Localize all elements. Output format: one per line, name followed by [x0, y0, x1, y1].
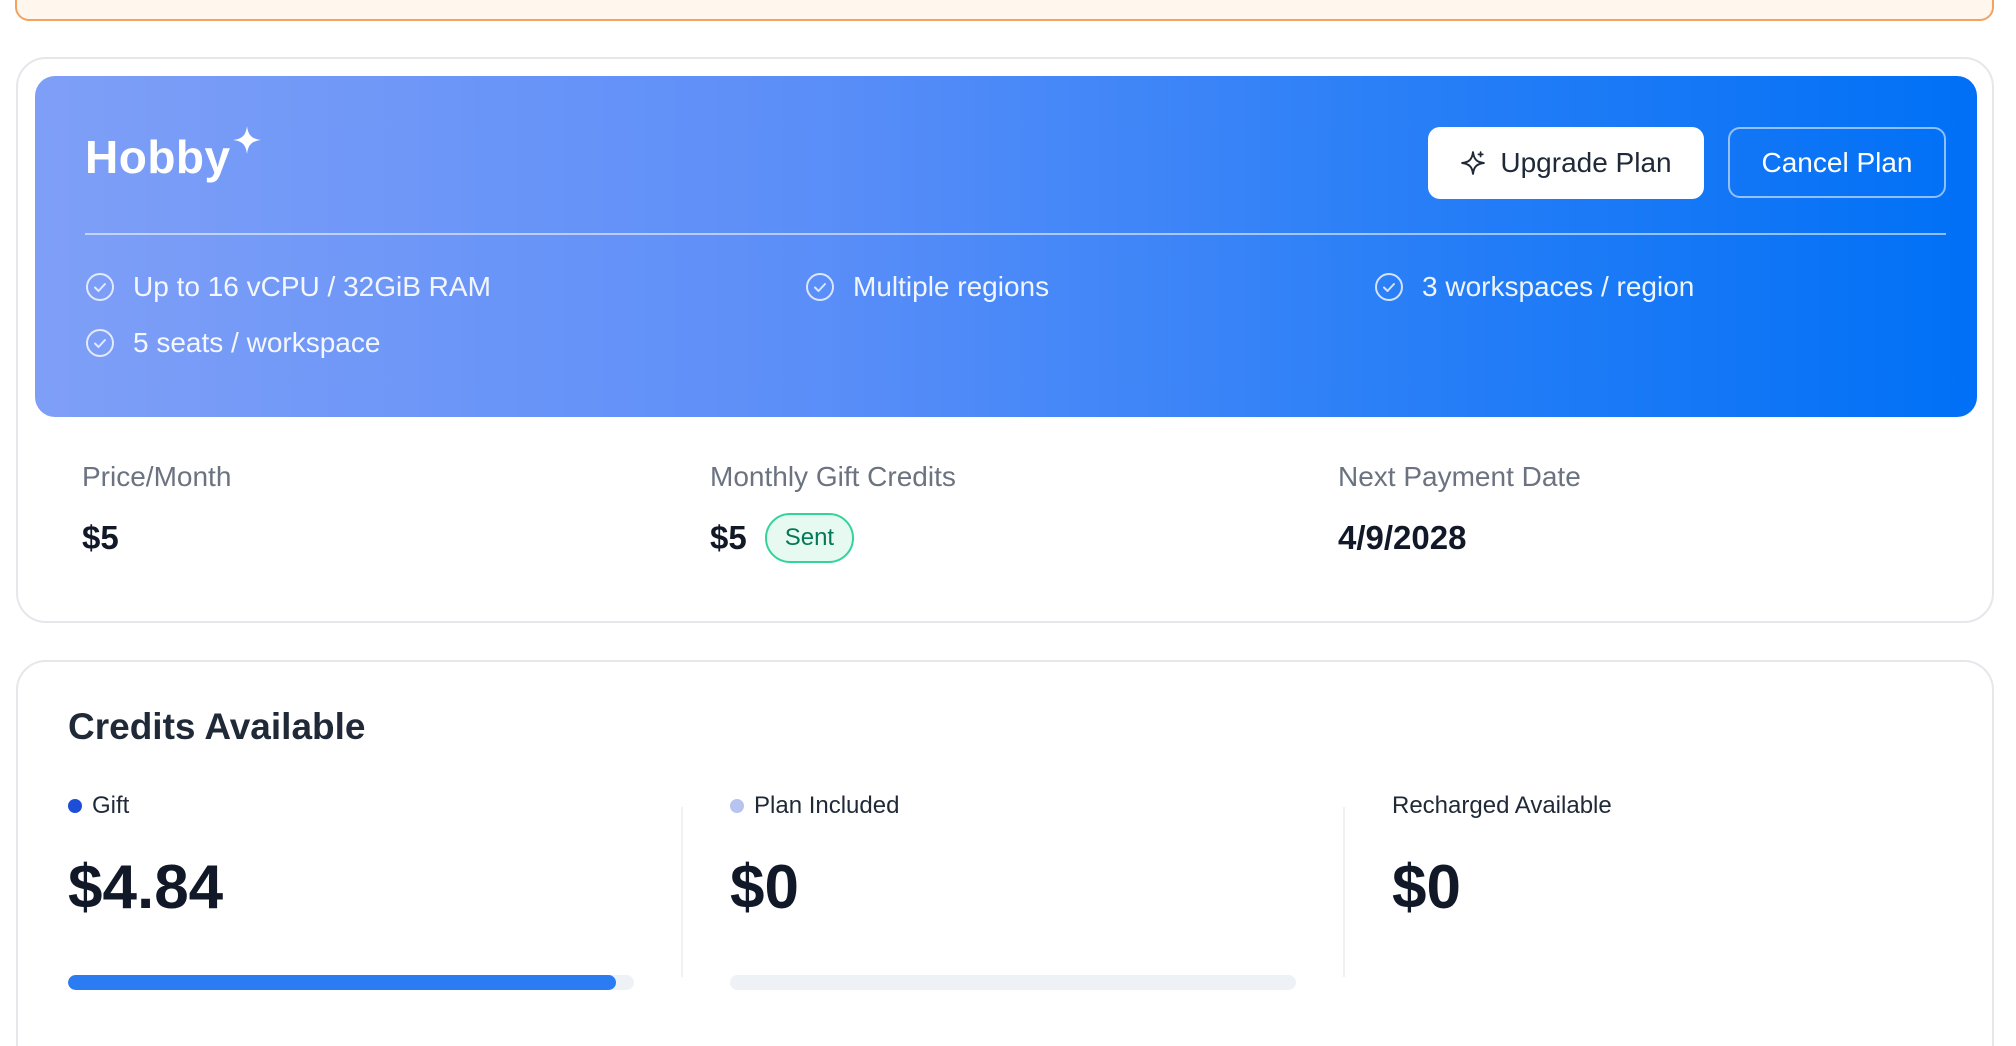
price-label: Price/Month: [82, 461, 232, 492]
sparkle-icon: [233, 126, 261, 154]
upgrade-plan-button[interactable]: Upgrade Plan: [1428, 127, 1704, 199]
price-amount: $5: [82, 519, 119, 556]
next-payment-label: Next Payment Date: [1338, 461, 1581, 492]
recharged-available-label: Recharged Available: [1392, 792, 1612, 820]
plan-included-progress-bar: [730, 975, 1296, 990]
feature-label: Multiple regions: [853, 271, 1050, 302]
recharged-available-value: $0: [1392, 853, 1461, 922]
feature-label: Up to 16 vCPU / 32GiB RAM: [133, 271, 491, 302]
feature-item: Multiple regions: [805, 271, 1049, 303]
gift-credits-label: Monthly Gift Credits: [710, 461, 956, 492]
plan-card: Hobby Upgrade Plan Cancel Plan Up to 16 …: [16, 57, 1994, 623]
gift-credit-value: $4.84: [68, 853, 224, 922]
credits-card: Credits Available Gift $4.84 Plan Includ…: [16, 660, 1994, 1046]
gift-credits-amount: $5: [710, 519, 747, 556]
billing-page: Hobby Upgrade Plan Cancel Plan Up to 16 …: [0, 0, 2016, 1046]
next-payment-value: 4/9/2028: [1338, 519, 1466, 557]
cancel-plan-button[interactable]: Cancel Plan: [1728, 127, 1946, 198]
recharged-label-text: Recharged Available: [1392, 792, 1612, 819]
check-circle-icon: [1375, 273, 1403, 301]
alert-banner: [15, 0, 1994, 21]
check-circle-icon: [86, 273, 114, 301]
gift-progress-bar: [68, 975, 634, 990]
gift-credits-value: $5 Sent: [710, 513, 855, 563]
gift-credit-label: Gift: [68, 792, 129, 820]
price-value: $5: [82, 519, 119, 557]
feature-item: 3 workspaces / region: [1374, 271, 1694, 303]
gift-label-text: Gift: [92, 792, 130, 819]
plan-included-label: Plan Included: [730, 792, 899, 820]
credits-title: Credits Available: [68, 706, 366, 747]
check-circle-icon: [86, 329, 114, 357]
check-circle-icon: [806, 273, 834, 301]
status-badge: Sent: [764, 513, 855, 563]
column-divider: [681, 807, 683, 977]
plan-name: Hobby: [85, 131, 231, 183]
plan-banner: Hobby Upgrade Plan Cancel Plan Up to 16 …: [35, 76, 1977, 417]
gift-dot-icon: [68, 799, 82, 813]
feature-item: Up to 16 vCPU / 32GiB RAM: [85, 271, 491, 303]
plan-included-label-text: Plan Included: [754, 792, 900, 819]
cancel-plan-label: Cancel Plan: [1761, 146, 1913, 178]
feature-label: 3 workspaces / region: [1422, 271, 1695, 302]
divider: [85, 233, 1946, 235]
upgrade-plan-label: Upgrade Plan: [1500, 147, 1672, 178]
feature-label: 5 seats / workspace: [133, 327, 381, 358]
feature-item: 5 seats / workspace: [85, 327, 380, 359]
gift-progress-fill: [68, 975, 616, 990]
plan-included-dot-icon: [730, 799, 744, 813]
sparkle-icon: [1461, 151, 1486, 175]
column-divider: [1343, 807, 1345, 977]
plan-included-value: $0: [730, 853, 799, 922]
next-payment-date: 4/9/2028: [1338, 519, 1467, 556]
